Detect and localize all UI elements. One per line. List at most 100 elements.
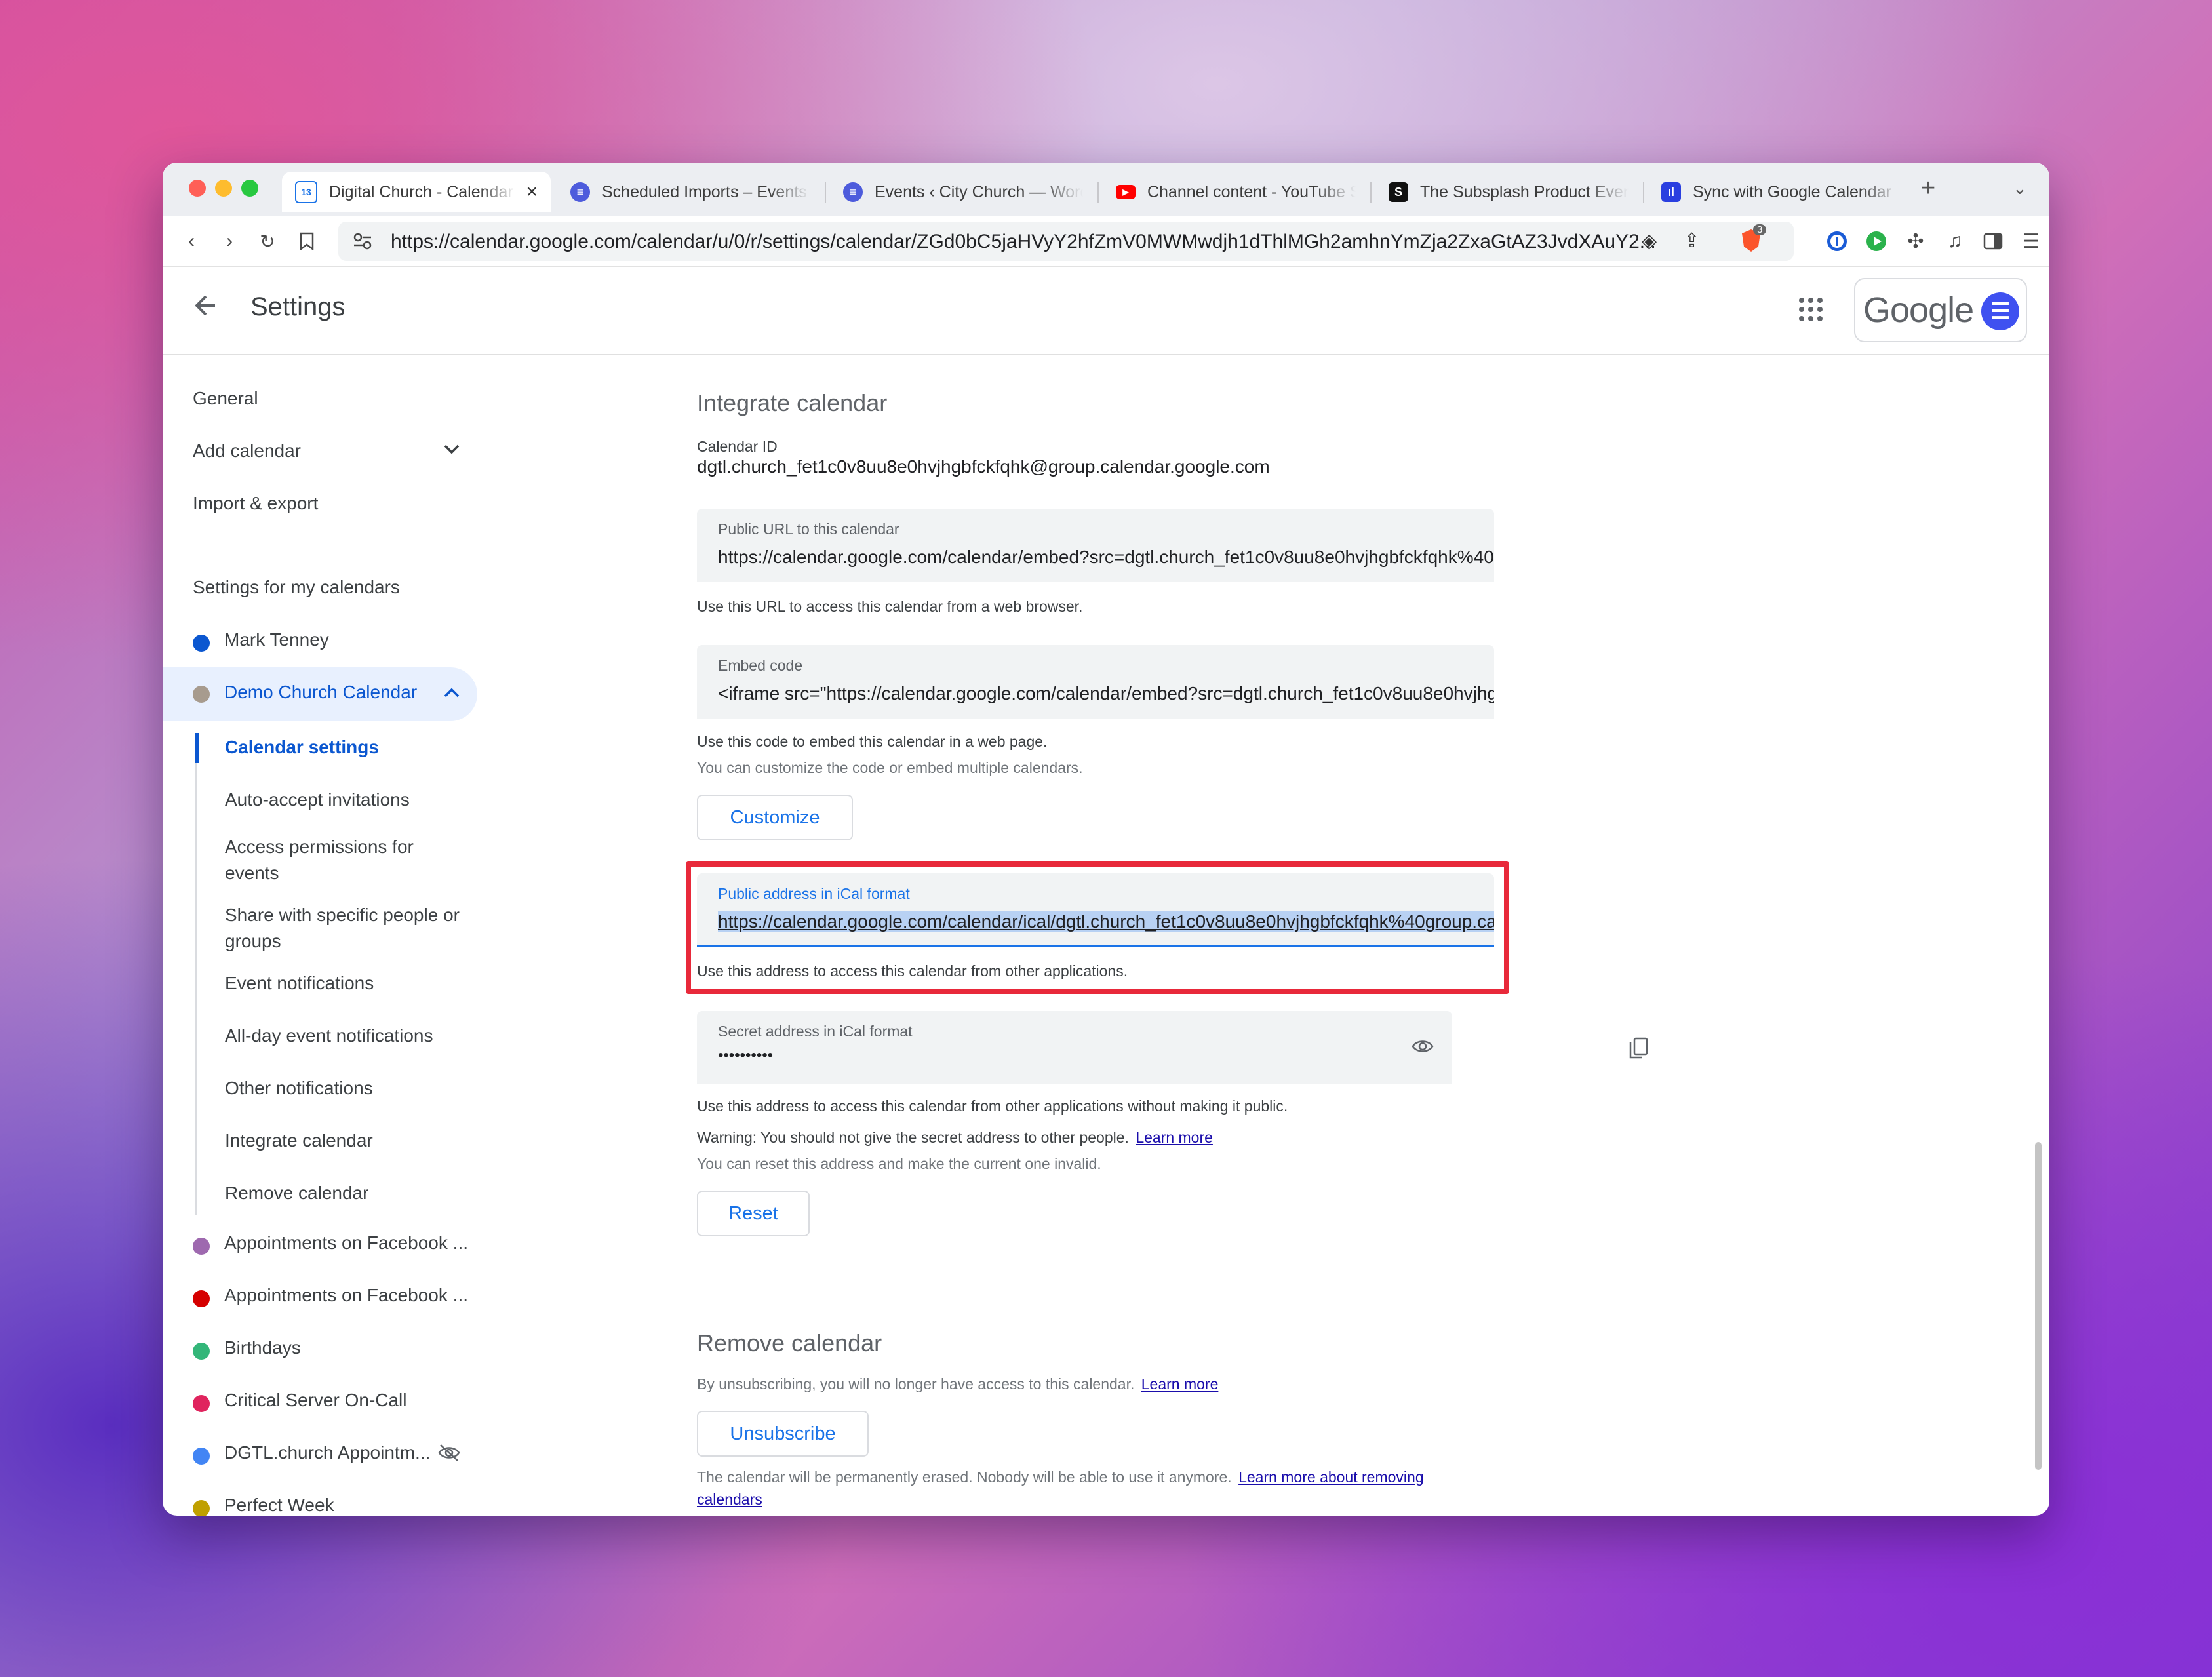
sidebar-sub-integrate-calendar[interactable]: Integrate calendar	[225, 1128, 461, 1154]
apps-grid-icon[interactable]	[1798, 296, 1824, 326]
sidebar-sub-event-notifications[interactable]: Event notifications	[225, 970, 461, 996]
learn-more-link[interactable]: Learn more	[1136, 1129, 1213, 1146]
zoom-window-button[interactable]	[241, 180, 258, 197]
ical-public-help: Use this address to access this calendar…	[697, 962, 1128, 979]
learn-more-removing-link[interactable]: Learn more about removing	[1238, 1469, 1424, 1486]
tab-divider	[825, 182, 826, 203]
calendar-icon: 13	[295, 181, 317, 203]
tab-divider	[1370, 182, 1372, 203]
calendar-id-value: dgtl.church_fet1c0v8uu8e0hvjhgbfckfqhk@g…	[697, 456, 1270, 477]
sidebar-sub-all-day-notifications[interactable]: All-day event notifications	[225, 1023, 461, 1049]
sync-app-icon: ıl	[1661, 182, 1681, 202]
menu-hamburger-icon[interactable]: ☰	[2018, 228, 2044, 254]
embed-help-text: Use this code to embed this calendar in …	[697, 733, 1048, 750]
close-tab-icon[interactable]: ×	[526, 181, 538, 203]
site-settings-icon[interactable]	[353, 232, 372, 254]
tab-events-city-church[interactable]: ≡ Events ‹ City Church — WordPress	[830, 172, 1096, 212]
bookmark-icon[interactable]	[294, 228, 320, 254]
back-arrow-icon[interactable]: ‹	[178, 228, 205, 254]
reset-help-text: You can reset this address and make the …	[697, 1155, 1101, 1172]
learn-more-link[interactable]: Learn more	[1141, 1375, 1219, 1392]
reader-mode-icon[interactable]: ◈	[1642, 229, 1657, 252]
reload-icon[interactable]: ↻	[254, 228, 281, 254]
tab-sync-google-calendar[interactable]: ıl Sync with Google Calendar	[1648, 172, 1914, 212]
brave-shields-icon[interactable]: 3	[1740, 224, 1767, 254]
sidebar-toggle-icon[interactable]	[1980, 228, 2006, 254]
embed-code-value[interactable]: <iframe src="https://calendar.google.com…	[718, 683, 1494, 704]
customize-button[interactable]: Customize	[697, 795, 853, 840]
chevron-up-icon[interactable]	[443, 687, 460, 702]
calendar-color-dot	[193, 686, 210, 703]
subnav-active-indicator	[195, 733, 199, 763]
sidebar-sub-auto-accept[interactable]: Auto-accept invitations	[225, 787, 461, 813]
unsubscribe-button[interactable]: Unsubscribe	[697, 1411, 869, 1457]
sidebar-item-general[interactable]: General	[193, 388, 258, 409]
tab-list-chevron-icon[interactable]: ⌄	[2013, 178, 2027, 199]
subnav-rail	[195, 733, 197, 1215]
hidden-eye-icon[interactable]	[438, 1444, 460, 1465]
section-title-integrate: Integrate calendar	[697, 389, 888, 416]
sidebar-item-add-calendar[interactable]: Add calendar	[193, 441, 301, 462]
tab-divider	[1643, 182, 1644, 203]
reset-button[interactable]: Reset	[697, 1191, 810, 1236]
sidebar-item-import-export[interactable]: Import & export	[193, 493, 318, 514]
calendar-color-dot	[193, 1238, 210, 1255]
secret-address-value: ••••••••••	[718, 1046, 774, 1064]
tab-scheduled-imports[interactable]: ≡ Scheduled Imports – Events	[557, 172, 823, 212]
secret-help-text: Use this address to access this calendar…	[697, 1097, 1288, 1115]
settings-header: Settings Google ☰	[163, 266, 2049, 355]
events-plugin-icon: ≡	[843, 182, 863, 202]
close-window-button[interactable]	[189, 180, 206, 197]
page-title: Settings	[250, 292, 346, 321]
account-switcher[interactable]: Google ☰	[1854, 278, 2027, 342]
calendar-color-dot	[193, 1448, 210, 1465]
sidebar-sub-share-people[interactable]: Share with specific people or groups	[225, 902, 461, 955]
erase-description: The calendar will be permanently erased.…	[697, 1469, 1424, 1486]
back-arrow-icon[interactable]	[191, 291, 220, 323]
sidebar-sub-calendar-settings[interactable]: Calendar settings	[225, 734, 461, 760]
calendar-color-dot	[193, 1343, 210, 1360]
sidebar-sub-other-notifications[interactable]: Other notifications	[225, 1075, 461, 1101]
extensions-puzzle-icon[interactable]: ✣	[1903, 228, 1929, 254]
tab-digital-church-calendar[interactable]: 13 Digital Church - Calendar - Settings …	[282, 172, 551, 212]
sidebar-sub-access-permissions[interactable]: Access permissions for events	[225, 834, 461, 886]
section-title-remove: Remove calendar	[697, 1330, 882, 1356]
sidebar-item-demo-church-calendar[interactable]: Demo Church Calendar	[163, 667, 477, 721]
tab-subsplash-events[interactable]: S The Subsplash Product Events	[1375, 172, 1642, 212]
tab-youtube-studio[interactable]: ▶ Channel content - YouTube Studio	[1103, 172, 1369, 212]
tab-strip: 13 Digital Church - Calendar - Settings …	[163, 163, 2049, 216]
media-music-icon[interactable]: ♫	[1942, 228, 1968, 254]
secret-warning: Warning: You should not give the secret …	[697, 1129, 1213, 1146]
events-plugin-icon: ≡	[570, 182, 590, 202]
public-url-value[interactable]: https://calendar.google.com/calendar/emb…	[718, 547, 1494, 568]
calendar-color-dot	[193, 635, 210, 652]
public-url-help: Use this URL to access this calendar fro…	[697, 598, 1083, 615]
password-manager-icon[interactable]	[1824, 228, 1850, 254]
new-tab-plus-icon[interactable]: +	[1921, 174, 1935, 203]
play-extension-icon[interactable]	[1863, 228, 1889, 254]
chevron-down-icon[interactable]	[443, 443, 460, 458]
page-scrollbar-thumb[interactable]	[2035, 1142, 2042, 1470]
calendar-color-dot	[193, 1395, 210, 1412]
forward-arrow-icon[interactable]: ›	[216, 228, 243, 254]
embed-customize-hint: You can customize the code or embed mult…	[697, 759, 1083, 776]
copy-icon[interactable]	[1629, 1037, 1648, 1063]
unsubscribe-description: By unsubscribing, you will no longer hav…	[697, 1375, 1219, 1392]
embed-code-field[interactable]: Embed code <iframe src="https://calendar…	[697, 645, 1494, 719]
calendar-id-label: Calendar ID	[697, 438, 778, 455]
sidebar-sub-remove-calendar[interactable]: Remove calendar	[225, 1180, 461, 1206]
ical-public-address-value[interactable]: https://calendar.google.com/calendar/ica…	[718, 911, 1494, 932]
avatar[interactable]: ☰	[1981, 292, 2019, 330]
address-bar[interactable]: https://calendar.google.com/calendar/u/0…	[338, 222, 1794, 261]
subsplash-icon: S	[1389, 182, 1408, 202]
show-secret-eye-icon[interactable]	[1412, 1037, 1434, 1059]
public-url-field[interactable]: Public URL to this calendar https://cale…	[697, 509, 1494, 582]
ical-public-address-field[interactable]: Public address in iCal format https://ca…	[697, 873, 1494, 947]
youtube-icon: ▶	[1116, 185, 1136, 199]
minimize-window-button[interactable]	[215, 180, 232, 197]
section-title-my-calendars: Settings for my calendars	[193, 577, 400, 597]
share-icon[interactable]: ⇪	[1684, 229, 1700, 252]
browser-window: 13 Digital Church - Calendar - Settings …	[163, 163, 2049, 1516]
secret-address-field[interactable]: Secret address in iCal format ••••••••••	[697, 1011, 1452, 1084]
url-text: https://calendar.google.com/calendar/u/0…	[391, 231, 1656, 252]
